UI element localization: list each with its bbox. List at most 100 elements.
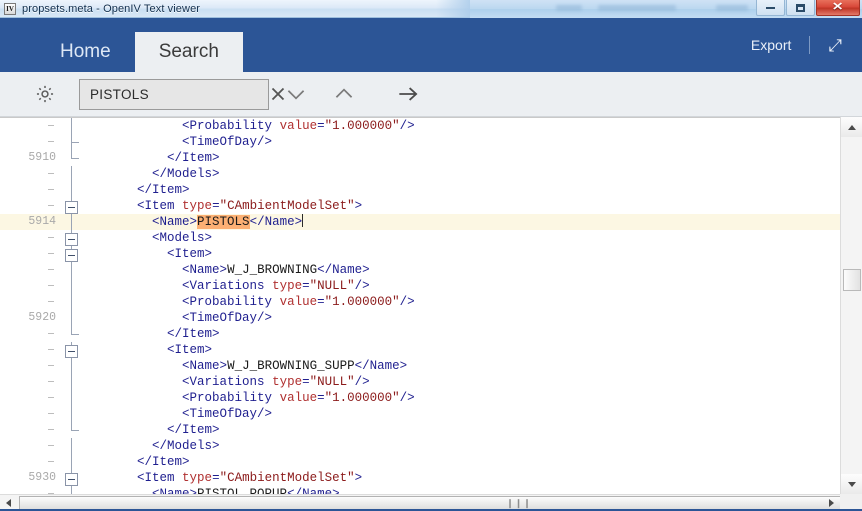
fold-guide [62, 166, 84, 182]
line-number-tick [48, 269, 54, 270]
code-line[interactable]: <Item type="CAmbientModelSet"> [0, 198, 840, 214]
close-button[interactable]: ✕ [816, 0, 860, 16]
fold-guide [62, 358, 84, 374]
code-line[interactable]: <Models> [0, 230, 840, 246]
tab-home[interactable]: Home [36, 32, 135, 72]
code-text: </Item> [92, 326, 220, 342]
code-line[interactable]: <TimeOfDay/> [0, 134, 840, 150]
ribbon-actions: Export ⤢ [751, 18, 862, 72]
tab-search[interactable]: Search [135, 32, 243, 72]
code-text: <Variations type="NULL"/> [92, 374, 370, 390]
code-line[interactable]: </Models> [0, 438, 840, 454]
find-previous-button[interactable] [321, 77, 367, 111]
code-line[interactable]: <Probability value="1.000000"/> [0, 118, 840, 134]
code-line[interactable]: </Item> [0, 422, 840, 438]
export-button[interactable]: Export [751, 37, 791, 53]
code-line[interactable]: 5910 </Item> [0, 150, 840, 166]
code-line[interactable]: 5914 <Name>PISTOLS</Name> [0, 214, 840, 230]
code-text: </Models> [92, 438, 220, 454]
fold-guide [62, 374, 84, 390]
code-line[interactable]: <Name>PISTOL_POPUP</Name> [0, 486, 840, 494]
line-number-tick [48, 301, 54, 302]
close-icon: ✕ [832, 2, 844, 13]
title-bar: IV propsets.meta - OpenIV Text viewer ✕ [0, 0, 862, 18]
code-text: <Name>PISTOLS</Name> [92, 214, 303, 230]
horizontal-scrollbar-thumb[interactable]: ❙❙❙ [19, 496, 862, 510]
window-title: propsets.meta - OpenIV Text viewer [22, 3, 200, 15]
vertical-scrollbar-thumb[interactable] [843, 269, 861, 291]
code-text: <Models> [92, 230, 212, 246]
code-text: </Item> [92, 422, 220, 438]
line-number-tick [48, 141, 54, 142]
line-number-tick [48, 237, 54, 238]
code-line[interactable]: 5930 <Item type="CAmbientModelSet"> [0, 470, 840, 486]
arrow-down-icon [848, 482, 856, 487]
line-number-tick [48, 173, 54, 174]
fold-toggle[interactable] [62, 470, 84, 486]
fold-guide [62, 454, 84, 470]
code-text: <Name>PISTOL_POPUP</Name> [92, 486, 340, 494]
text-viewer[interactable]: <Probability value="1.000000"/> <TimeOfD… [0, 117, 862, 494]
expand-icon[interactable]: ⤢ [828, 37, 842, 54]
search-input[interactable] [90, 87, 267, 102]
fold-guide [62, 486, 84, 494]
scroll-up-button[interactable] [841, 117, 862, 137]
find-next-button[interactable] [273, 77, 319, 111]
fold-guide [62, 406, 84, 422]
fold-toggle[interactable] [62, 198, 84, 214]
code-line[interactable]: 5920 <TimeOfDay/> [0, 310, 840, 326]
code-line[interactable]: <Item> [0, 342, 840, 358]
code-text: <Item> [92, 246, 212, 262]
vertical-scrollbar[interactable] [840, 117, 862, 494]
code-line[interactable]: </Item> [0, 454, 840, 470]
line-number-tick [48, 333, 54, 334]
ribbon-divider [809, 36, 810, 54]
code-text: </Item> [92, 150, 220, 166]
app-icon: IV [4, 3, 16, 15]
line-number-tick [48, 413, 54, 414]
code-text: <Name>W_J_BROWNING_SUPP</Name> [92, 358, 407, 374]
line-number-tick [48, 285, 54, 286]
fold-toggle[interactable] [62, 342, 84, 358]
fold-guide [62, 118, 84, 134]
go-to-match-button[interactable] [385, 77, 431, 111]
code-line[interactable]: </Item> [0, 326, 840, 342]
minimize-button[interactable] [756, 0, 785, 16]
code-area[interactable]: <Probability value="1.000000"/> <TimeOfD… [0, 118, 840, 494]
active-window-title-bar[interactable]: IV propsets.meta - OpenIV Text viewer [0, 0, 470, 18]
maximize-button[interactable] [786, 0, 815, 16]
line-number-tick [48, 461, 54, 462]
code-line[interactable]: <Probability value="1.000000"/> [0, 390, 840, 406]
fold-guide [62, 390, 84, 406]
fold-guide [62, 326, 84, 342]
fold-toggle[interactable] [62, 246, 84, 262]
fold-guide [62, 294, 84, 310]
fold-guide [62, 278, 84, 294]
window-controls[interactable]: ✕ [756, 0, 860, 16]
code-line[interactable]: <Name>W_J_BROWNING</Name> [0, 262, 840, 278]
fold-guide [62, 262, 84, 278]
fold-guide [62, 150, 84, 166]
line-number-tick [48, 381, 54, 382]
line-number-tick [48, 125, 54, 126]
code-line[interactable]: <Probability value="1.000000"/> [0, 294, 840, 310]
code-line[interactable]: <Variations type="NULL"/> [0, 374, 840, 390]
line-number-tick [48, 349, 54, 350]
code-line[interactable]: </Item> [0, 182, 840, 198]
maximize-icon [796, 4, 805, 12]
fold-toggle[interactable] [62, 230, 84, 246]
line-number: 5920 [0, 310, 56, 326]
code-text: <Probability value="1.000000"/> [92, 390, 415, 406]
code-line[interactable]: <Variations type="NULL"/> [0, 278, 840, 294]
code-line[interactable]: <TimeOfDay/> [0, 406, 840, 422]
line-number: 5910 [0, 150, 56, 166]
code-line[interactable]: <Item> [0, 246, 840, 262]
code-line[interactable]: </Models> [0, 166, 840, 182]
code-text: <Item type="CAmbientModelSet"> [92, 470, 362, 486]
scroll-down-button[interactable] [841, 474, 862, 494]
arrow-right-icon [829, 499, 834, 507]
code-line[interactable]: <Name>W_J_BROWNING_SUPP</Name> [0, 358, 840, 374]
gear-icon[interactable] [34, 83, 56, 105]
fold-guide [62, 310, 84, 326]
search-field-wrapper[interactable] [79, 79, 269, 110]
